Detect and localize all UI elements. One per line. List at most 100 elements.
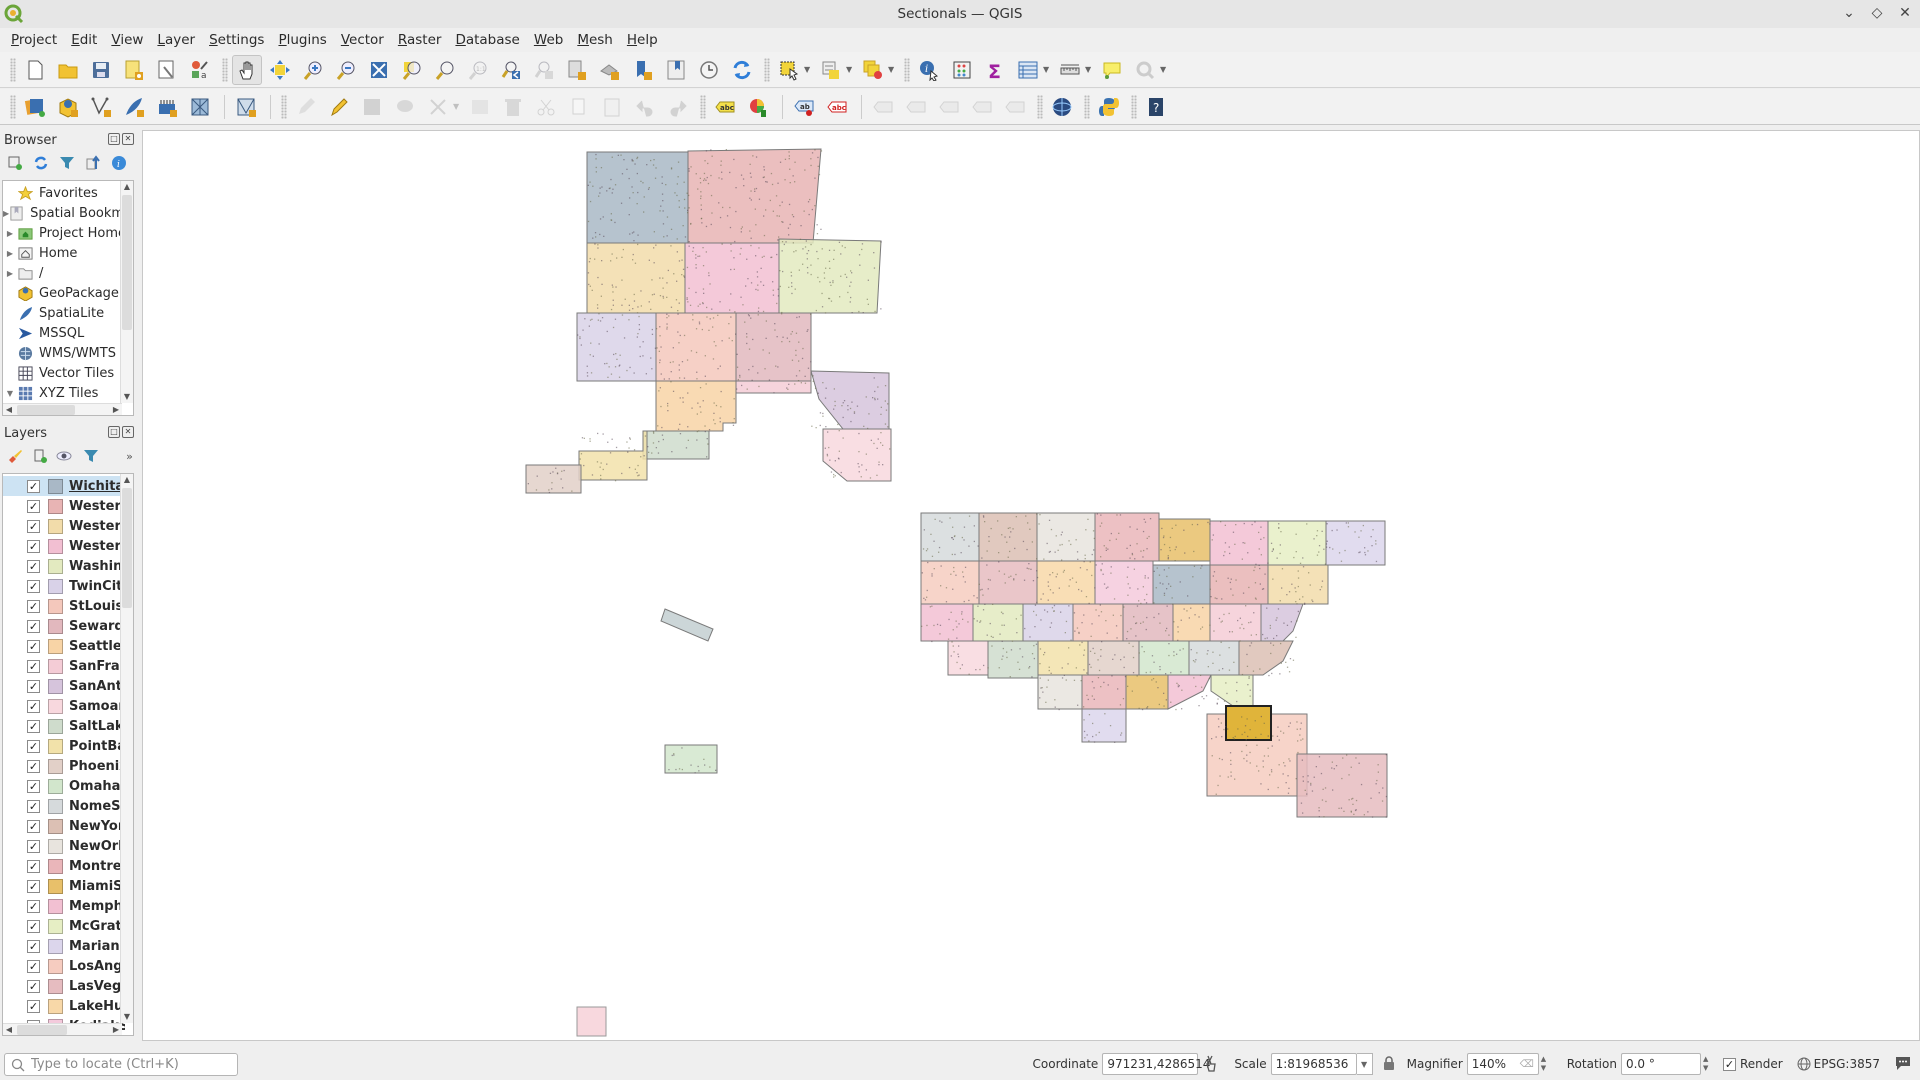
- layout-manager-button[interactable]: [152, 55, 182, 85]
- layer-symbol-swatch[interactable]: [48, 758, 63, 774]
- browser-vertical-scrollbar[interactable]: ▲ ▼: [120, 181, 133, 403]
- show-bookmarks-button[interactable]: [661, 55, 691, 85]
- pan-map-button[interactable]: [232, 54, 262, 85]
- measure-dropdown[interactable]: ▼: [1085, 65, 1093, 74]
- layer-visibility-checkbox[interactable]: ✓: [27, 979, 40, 993]
- sectional-polygon[interactable]: [586, 151, 689, 244]
- layers-horizontal-scrollbar[interactable]: ◀ ▶: [3, 1023, 122, 1035]
- sectional-polygon[interactable]: [1036, 512, 1096, 562]
- layer-visibility-checkbox[interactable]: ✓: [27, 619, 40, 633]
- sectional-polygon[interactable]: [1260, 603, 1304, 642]
- help-button[interactable]: ?: [1141, 92, 1171, 122]
- layer-symbol-swatch[interactable]: [48, 618, 63, 634]
- layer-item[interactable]: ✓ McGrathSEC: [3, 916, 133, 936]
- expand-arrow-icon[interactable]: ▶: [3, 269, 17, 278]
- rotate-label-button[interactable]: [901, 92, 931, 122]
- layer-item[interactable]: ✓ MiamiSEC: [3, 876, 133, 896]
- sectional-polygon[interactable]: [920, 603, 974, 642]
- layer-item[interactable]: ✓ WashingtonSEC: [3, 556, 133, 576]
- layer-item[interactable]: ✓ WesternAleutianIslands: [3, 516, 133, 536]
- layer-symbol-swatch[interactable]: [48, 778, 63, 794]
- new-project-button[interactable]: [20, 55, 50, 85]
- layer-item[interactable]: ✓ NomeSEC: [3, 796, 133, 816]
- layer-item[interactable]: ✓ WesternAleutian: [3, 496, 133, 516]
- toolbar-handle[interactable]: [10, 94, 16, 119]
- browser-item-home[interactable]: ▶ Home: [3, 243, 133, 263]
- select-by-attribute-dropdown[interactable]: ▼: [846, 65, 854, 74]
- new-spatialite-layer-button[interactable]: [119, 92, 149, 122]
- sectional-polygon[interactable]: [1138, 640, 1190, 676]
- layer-item[interactable]: ✓ TwinCitiesSEC: [3, 576, 133, 596]
- zoom-last-button[interactable]: [496, 55, 526, 85]
- layer-visibility-checkbox[interactable]: ✓: [27, 999, 40, 1013]
- change-label-button[interactable]: [934, 92, 964, 122]
- delete-selected-button[interactable]: [498, 92, 528, 122]
- browser-properties-button[interactable]: i: [110, 154, 128, 172]
- diagram-tool-button[interactable]: [743, 92, 773, 122]
- digitize-button[interactable]: [231, 92, 261, 122]
- layers-vertical-scrollbar[interactable]: ▲ ▼: [120, 474, 133, 1023]
- vertex-tool-dropdown[interactable]: ▼: [453, 102, 461, 111]
- browser-item-project-home[interactable]: ▶ Project Home: [3, 223, 133, 243]
- layer-symbol-swatch[interactable]: [48, 518, 63, 534]
- layer-symbol-swatch[interactable]: [48, 918, 63, 934]
- layer-symbol-swatch[interactable]: [48, 718, 63, 734]
- close-button[interactable]: ✕: [1896, 4, 1914, 22]
- layer-visibility-checkbox[interactable]: ✓: [27, 839, 40, 853]
- layer-item[interactable]: ✓ SeattleSEC: [3, 636, 133, 656]
- rotation-field[interactable]: 0.0 °: [1620, 1053, 1701, 1075]
- new-bookmark-button[interactable]: [628, 55, 658, 85]
- layer-symbol-swatch[interactable]: [48, 698, 63, 714]
- pin-labels-button[interactable]: ab: [789, 92, 819, 122]
- browser-item-xyz-tiles[interactable]: ▼ XYZ Tiles: [3, 383, 133, 403]
- layer-visibility-checkbox[interactable]: ✓: [27, 639, 40, 653]
- sectional-polygon[interactable]: [586, 242, 686, 314]
- browser-item-root[interactable]: ▶ /: [3, 263, 133, 283]
- sectional-polygon[interactable]: [660, 608, 714, 642]
- zoom-next-button[interactable]: [529, 55, 559, 85]
- statistics-button[interactable]: [947, 55, 977, 85]
- layer-visibility-checkbox[interactable]: ✓: [27, 659, 40, 673]
- sectional-polygon[interactable]: [810, 370, 890, 430]
- layer-symbol-swatch[interactable]: [48, 998, 63, 1014]
- cut-features-button[interactable]: [531, 92, 561, 122]
- sectional-polygon[interactable]: [947, 640, 989, 676]
- lock-scale-button[interactable]: [1383, 1055, 1395, 1074]
- temporal-controller-button[interactable]: [694, 55, 724, 85]
- add-polygon-button[interactable]: [390, 92, 420, 122]
- menu-project[interactable]: Project: [4, 32, 64, 48]
- toggle-editing-button[interactable]: [324, 92, 354, 122]
- browser-item-vector-tiles[interactable]: Vector Tiles: [3, 363, 133, 383]
- locator-input[interactable]: [31, 1057, 221, 1072]
- layer-item[interactable]: ✓ SaltLakeCitySEC: [3, 716, 133, 736]
- measure-button[interactable]: [1055, 55, 1085, 85]
- data-source-manager-button[interactable]: [20, 92, 50, 122]
- layer-item[interactable]: ✓ MontrealSEC: [3, 856, 133, 876]
- layer-visibility-checkbox[interactable]: ✓: [27, 559, 40, 573]
- menu-help[interactable]: Help: [620, 32, 665, 48]
- sectional-polygon[interactable]: [1238, 640, 1294, 676]
- layer-visibility-checkbox[interactable]: ✓: [27, 739, 40, 753]
- sectional-polygon[interactable]: [1022, 603, 1074, 642]
- layer-item[interactable]: ✓ StLouisSEC: [3, 596, 133, 616]
- add-selected-layers-button[interactable]: [6, 154, 24, 172]
- open-styling-button[interactable]: [6, 447, 23, 465]
- layer-symbol-swatch[interactable]: [48, 898, 63, 914]
- layer-symbol-swatch[interactable]: [48, 658, 63, 674]
- layer-visibility-checkbox[interactable]: ✓: [27, 779, 40, 793]
- label-properties-button[interactable]: [1000, 92, 1030, 122]
- expand-arrow-icon[interactable]: ▶: [3, 229, 17, 238]
- expand-arrow-icon[interactable]: ▶: [3, 249, 17, 258]
- layer-visibility-checkbox[interactable]: ✓: [27, 759, 40, 773]
- browser-item-wms-wmts[interactable]: WMS/WMTS: [3, 343, 133, 363]
- layer-visibility-checkbox[interactable]: ✓: [27, 519, 40, 533]
- save-project-button[interactable]: [86, 55, 116, 85]
- new-geopackage-layer-button[interactable]: [53, 92, 83, 122]
- sectional-polygon[interactable]: [684, 242, 780, 314]
- sectional-polygon[interactable]: [1037, 674, 1083, 710]
- layer-symbol-swatch[interactable]: [48, 498, 63, 514]
- layer-symbol-swatch[interactable]: [48, 958, 63, 974]
- layer-visibility-checkbox[interactable]: ✓: [27, 799, 40, 813]
- layer-item[interactable]: ✓ WichitaSEC: [3, 476, 133, 496]
- coordinate-field[interactable]: 971231,4286514: [1102, 1053, 1210, 1075]
